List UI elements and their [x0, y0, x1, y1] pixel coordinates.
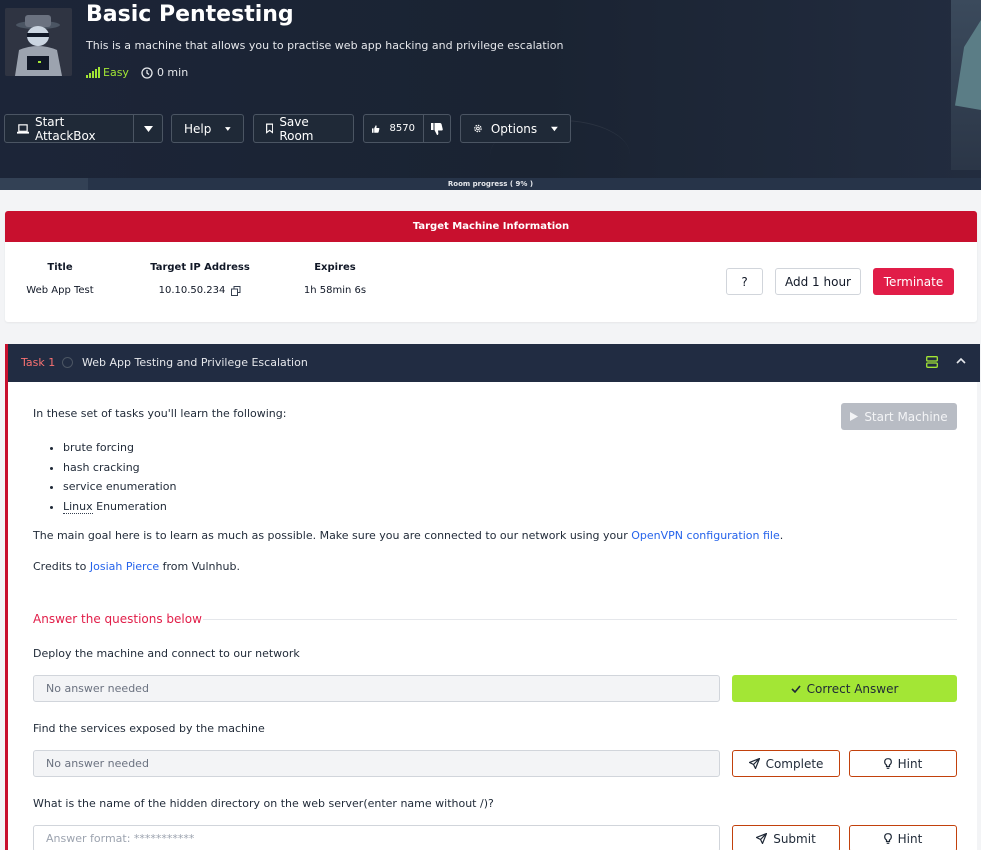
credits-text: Credits to — [33, 560, 90, 573]
caret-down-icon — [551, 126, 558, 131]
complete-button[interactable]: Complete — [732, 750, 840, 777]
signal-icon — [86, 67, 100, 78]
answer-section-title: Answer the questions below — [33, 612, 202, 626]
column-header-title: Title — [47, 262, 73, 273]
author-link[interactable]: Josiah Pierce — [90, 560, 159, 573]
list-item: hash cracking — [63, 458, 176, 478]
start-machine-button[interactable]: Start Machine — [841, 403, 957, 430]
room-icon — [5, 8, 72, 76]
help-button[interactable]: Help — [171, 114, 244, 143]
paper-plane-icon — [756, 833, 768, 844]
start-attackbox-button[interactable]: Start AttackBox — [5, 114, 133, 143]
target-title-column: Title Web App Test — [20, 262, 100, 296]
caret-down-icon — [143, 125, 153, 132]
options-label: Options — [490, 121, 538, 136]
gear-icon — [474, 124, 482, 133]
time-label: 0 min — [156, 66, 189, 79]
task-title: Web App Testing and Privilege Escalation — [82, 356, 308, 369]
start-attackbox-group: Start AttackBox — [4, 114, 163, 143]
list-item: service enumeration — [63, 477, 176, 497]
hint-label: Hint — [897, 831, 923, 846]
target-expires-value: 1h 58min 6s — [303, 285, 367, 296]
check-icon — [791, 684, 801, 693]
attackbox-dropdown-button[interactable] — [134, 115, 162, 142]
hint-button[interactable]: Hint — [849, 750, 957, 777]
correct-answer-button[interactable]: Correct Answer — [732, 675, 957, 702]
correct-answer-label: Correct Answer — [806, 681, 899, 696]
linux-abbr: Linux — [63, 499, 93, 514]
difficulty-label: Easy — [103, 66, 129, 79]
room-header: Basic Pentesting This is a machine that … — [0, 0, 981, 190]
start-attackbox-label: Start AttackBox — [34, 114, 96, 143]
options-button[interactable]: Options — [460, 114, 571, 143]
room-meta: Easy 0 min — [86, 66, 188, 79]
answer-input[interactable]: No answer needed — [33, 750, 720, 777]
stack-icon[interactable] — [926, 356, 938, 368]
lightbulb-icon — [883, 833, 892, 844]
question-text: Find the services exposed by the machine — [33, 722, 265, 735]
add-hour-button[interactable]: Add 1 hour — [775, 268, 861, 295]
list-item: brute forcing — [63, 438, 176, 458]
target-help-button[interactable]: ? — [726, 268, 763, 295]
start-machine-label: Start Machine — [864, 409, 948, 424]
task-header[interactable]: Task 1 Web App Testing and Privilege Esc… — [8, 344, 980, 382]
room-progress-bar: Room progress ( 9% ) — [0, 178, 981, 190]
target-ip-column: Target IP Address 10.10.50.234 — [150, 262, 250, 296]
task-panel: Task 1 Web App Testing and Privilege Esc… — [5, 344, 980, 850]
chevron-up-icon[interactable] — [956, 356, 966, 366]
credits-suffix: from Vulnhub. — [159, 560, 240, 573]
bookmark-icon — [266, 123, 274, 134]
task-intro: In these set of tasks you'll learn the f… — [33, 407, 287, 420]
dislike-button[interactable] — [424, 115, 450, 142]
thumbs-up-icon — [372, 124, 380, 133]
room-description: This is a machine that allows you to pra… — [86, 39, 564, 52]
answer-input[interactable]: No answer needed — [33, 675, 720, 702]
lightbulb-icon — [883, 758, 892, 769]
target-ip-value: 10.10.50.234 — [158, 285, 226, 296]
caret-down-icon — [225, 126, 231, 131]
target-title-value: Web App Test — [26, 285, 94, 296]
hint-button[interactable]: Hint — [849, 825, 957, 850]
goal-suffix: . — [779, 529, 784, 542]
column-header-ip: Target IP Address — [150, 262, 250, 273]
goal-text: The main goal here is to learn as much a… — [33, 529, 632, 542]
complete-label: Complete — [765, 756, 824, 771]
laptop-icon — [17, 123, 29, 134]
clock-icon — [141, 66, 153, 79]
vote-group: 8570 — [363, 114, 451, 143]
learning-list: brute forcing hash cracking service enum… — [63, 438, 176, 516]
task-goal: The main goal here is to learn as much a… — [33, 529, 783, 542]
column-header-expires: Expires — [314, 262, 356, 273]
hint-label: Hint — [897, 756, 923, 771]
openvpn-config-link[interactable]: OpenVPN configuration file — [631, 529, 779, 542]
question-text: Deploy the machine and connect to our ne… — [33, 647, 300, 660]
answer-input[interactable]: Answer format: *********** — [33, 825, 720, 850]
paper-plane-icon — [748, 758, 760, 769]
like-count: 8570 — [389, 123, 415, 134]
room-title: Basic Pentesting — [86, 2, 294, 27]
submit-label: Submit — [773, 831, 816, 846]
target-machine-header: Target Machine Information — [5, 211, 977, 242]
task-status-circle-icon — [62, 357, 73, 368]
task-number: Task 1 — [21, 356, 56, 369]
difficulty-badge: Easy — [86, 66, 129, 79]
room-progress-text: Room progress ( 9% ) — [447, 180, 534, 188]
save-room-label: Save Room — [279, 114, 314, 143]
question-text: What is the name of the hidden directory… — [33, 797, 494, 810]
task-credits: Credits to Josiah Pierce from Vulnhub. — [33, 560, 240, 573]
like-button[interactable]: 8570 — [364, 115, 423, 142]
list-item-text: Enumeration — [92, 499, 167, 513]
section-divider — [203, 619, 957, 620]
help-label: Help — [184, 121, 212, 136]
thumbs-down-icon — [430, 122, 443, 135]
copy-icon[interactable] — [231, 285, 241, 296]
target-expires-column: Expires 1h 58min 6s — [295, 262, 375, 296]
list-item: Linux Enumeration — [63, 497, 176, 517]
time-spent: 0 min — [141, 66, 188, 79]
terminate-button[interactable]: Terminate — [873, 268, 954, 295]
save-room-button[interactable]: Save Room — [253, 114, 354, 143]
submit-button[interactable]: Submit — [732, 825, 840, 850]
play-icon — [850, 412, 859, 421]
